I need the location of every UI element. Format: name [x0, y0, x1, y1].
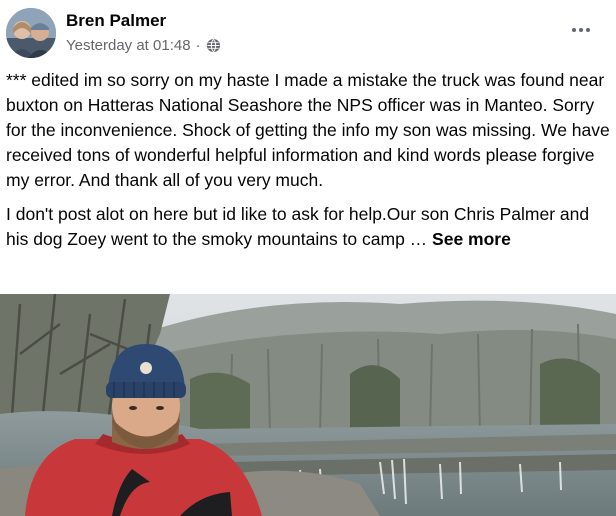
post-paragraph-edit-note: *** edited im so sorry on my haste I mad…: [6, 70, 610, 190]
post-header: Bren Palmer Yesterday at 01:48 ·: [0, 0, 616, 66]
author-name[interactable]: Bren Palmer: [66, 11, 166, 31]
avatar[interactable]: [6, 8, 56, 58]
post-photo[interactable]: [0, 294, 616, 516]
post-body: *** edited im so sorry on my haste I mad…: [6, 68, 610, 252]
avatar-image: [6, 8, 56, 58]
globe-icon[interactable]: [206, 38, 221, 53]
meta-separator: ·: [195, 37, 201, 54]
photo-scene: [0, 294, 616, 516]
more-options-icon[interactable]: [566, 18, 596, 42]
post-timestamp[interactable]: Yesterday at 01:48: [66, 37, 191, 54]
post-meta: Yesterday at 01:48 ·: [66, 37, 221, 54]
post-paragraph-request: I don't post alot on here but id like to…: [6, 202, 610, 252]
see-more-link[interactable]: See more: [432, 229, 511, 249]
